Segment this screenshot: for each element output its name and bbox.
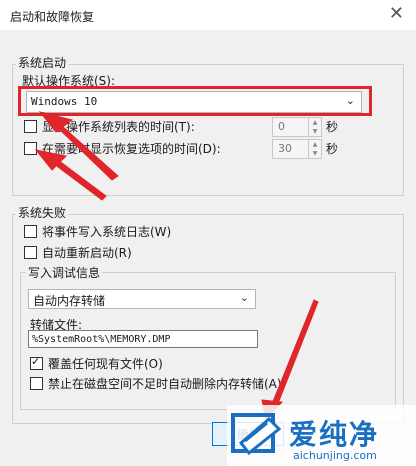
screenshot: 启动和故障恢复 ✕ 系统启动 默认操作系统(S): Windows 10 ⌄ 显… (0, 0, 416, 466)
annotation-arrowhead-icon (38, 111, 74, 133)
brand-url: aichunjing.com (293, 449, 377, 462)
brand-mark-icon (231, 413, 282, 456)
watermark-logo: 爱纯净 aichunjing.com (227, 405, 416, 466)
brand-name: 爱纯净 (289, 418, 380, 451)
annotation-arrows (34, 111, 319, 422)
annotation-arrow-icon (271, 299, 319, 407)
